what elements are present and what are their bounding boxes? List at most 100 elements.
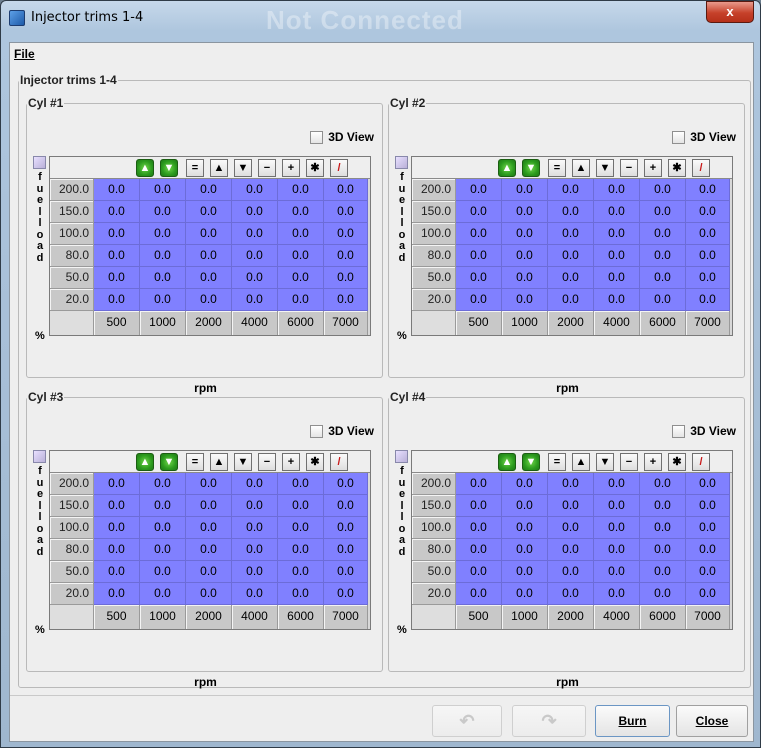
rpm-bin[interactable]: 1000 (502, 605, 548, 629)
trim-cell[interactable]: 0.0 (640, 245, 686, 267)
trim-cell[interactable]: 0.0 (456, 495, 502, 517)
trim-cell[interactable]: 0.0 (640, 473, 686, 495)
trim-cell[interactable]: 0.0 (232, 517, 278, 539)
trim-cell[interactable]: 0.0 (548, 245, 594, 267)
trim-cell[interactable]: 0.0 (502, 267, 548, 289)
trim-cell[interactable]: 0.0 (232, 583, 278, 605)
down-green-button[interactable]: ▼ (522, 453, 540, 471)
trim-cell[interactable]: 0.0 (548, 201, 594, 223)
trim-cell[interactable]: 0.0 (324, 583, 368, 605)
trim-cell[interactable]: 0.0 (186, 517, 232, 539)
trim-cell[interactable]: 0.0 (94, 561, 140, 583)
trim-cell[interactable]: 0.0 (232, 495, 278, 517)
trim-cell[interactable]: 0.0 (232, 539, 278, 561)
trim-cell[interactable]: 0.0 (640, 561, 686, 583)
decrease-button[interactable]: ▼ (596, 159, 614, 177)
trim-cell[interactable]: 0.0 (686, 495, 730, 517)
trim-cell[interactable]: 0.0 (324, 179, 368, 201)
trim-cell[interactable]: 0.0 (232, 473, 278, 495)
increase-button[interactable]: ▲ (572, 159, 590, 177)
view-3d-toggle[interactable]: 3D View (672, 130, 736, 144)
trim-cell[interactable]: 0.0 (278, 179, 324, 201)
trim-cell[interactable]: 0.0 (502, 223, 548, 245)
rpm-bin[interactable]: 500 (456, 605, 502, 629)
trim-cell[interactable]: 0.0 (324, 289, 368, 311)
load-bin[interactable]: 20.0 (50, 289, 94, 311)
undo-button[interactable]: ↶ (432, 705, 502, 737)
trim-cell[interactable]: 0.0 (548, 495, 594, 517)
load-bin[interactable]: 80.0 (412, 539, 456, 561)
trim-cell[interactable]: 0.0 (456, 561, 502, 583)
trim-cell[interactable]: 0.0 (94, 267, 140, 289)
trim-cell[interactable]: 0.0 (232, 289, 278, 311)
trim-cell[interactable]: 0.0 (456, 289, 502, 311)
trim-cell[interactable]: 0.0 (324, 517, 368, 539)
trim-cell[interactable]: 0.0 (502, 561, 548, 583)
rpm-bin[interactable]: 4000 (594, 605, 640, 629)
trim-cell[interactable]: 0.0 (456, 267, 502, 289)
equals-button[interactable]: = (186, 453, 204, 471)
trim-cell[interactable]: 0.0 (186, 539, 232, 561)
trim-cell[interactable]: 0.0 (278, 223, 324, 245)
equals-button[interactable]: = (548, 453, 566, 471)
trim-cell[interactable]: 0.0 (640, 517, 686, 539)
trim-cell[interactable]: 0.0 (278, 517, 324, 539)
trim-cell[interactable]: 0.0 (594, 267, 640, 289)
trim-cell[interactable]: 0.0 (140, 289, 186, 311)
trim-cell[interactable]: 0.0 (324, 201, 368, 223)
down-green-button[interactable]: ▼ (160, 453, 178, 471)
trim-cell[interactable]: 0.0 (232, 245, 278, 267)
pencil-button[interactable]: / (692, 159, 710, 177)
trim-cell[interactable]: 0.0 (686, 289, 730, 311)
load-bin[interactable]: 50.0 (412, 267, 456, 289)
trim-cell[interactable]: 0.0 (140, 223, 186, 245)
trim-cell[interactable]: 0.0 (94, 583, 140, 605)
load-bin[interactable]: 200.0 (412, 179, 456, 201)
trim-cell[interactable]: 0.0 (278, 201, 324, 223)
trim-cell[interactable]: 0.0 (548, 289, 594, 311)
trim-cell[interactable]: 0.0 (686, 583, 730, 605)
trim-cell[interactable]: 0.0 (640, 201, 686, 223)
trim-cell[interactable]: 0.0 (640, 179, 686, 201)
trim-cell[interactable]: 0.0 (94, 473, 140, 495)
view-3d-toggle[interactable]: 3D View (310, 424, 374, 438)
view-3d-checkbox[interactable] (672, 424, 686, 438)
multiply-button[interactable]: ✱ (306, 159, 324, 177)
trim-cell[interactable]: 0.0 (640, 583, 686, 605)
minus-button[interactable]: − (620, 159, 638, 177)
trim-cell[interactable]: 0.0 (686, 517, 730, 539)
rpm-bin[interactable]: 4000 (232, 311, 278, 335)
rpm-bin[interactable]: 2000 (186, 605, 232, 629)
multiply-button[interactable]: ✱ (306, 453, 324, 471)
up-green-button[interactable]: ▲ (498, 453, 516, 471)
burn-button[interactable]: Burn (595, 705, 670, 737)
trim-cell[interactable]: 0.0 (232, 201, 278, 223)
trim-cell[interactable]: 0.0 (140, 201, 186, 223)
redo-button[interactable]: ↷ (512, 705, 586, 737)
increase-button[interactable]: ▲ (210, 159, 228, 177)
trim-cell[interactable]: 0.0 (278, 267, 324, 289)
trim-cell[interactable]: 0.0 (232, 179, 278, 201)
trim-cell[interactable]: 0.0 (232, 561, 278, 583)
trim-cell[interactable]: 0.0 (686, 473, 730, 495)
edit-axis-icon[interactable] (395, 450, 408, 463)
trim-cell[interactable]: 0.0 (594, 245, 640, 267)
decrease-button[interactable]: ▼ (234, 453, 252, 471)
title-bar[interactable]: Injector trims 1-4 Not Connected x (1, 1, 760, 37)
trim-cell[interactable]: 0.0 (140, 267, 186, 289)
trim-cell[interactable]: 0.0 (140, 245, 186, 267)
load-bin[interactable]: 50.0 (50, 561, 94, 583)
trim-cell[interactable]: 0.0 (278, 473, 324, 495)
trim-cell[interactable]: 0.0 (502, 539, 548, 561)
trim-cell[interactable]: 0.0 (640, 539, 686, 561)
down-green-button[interactable]: ▼ (522, 159, 540, 177)
load-bin[interactable]: 150.0 (412, 495, 456, 517)
load-bin[interactable]: 200.0 (50, 473, 94, 495)
trim-cell[interactable]: 0.0 (594, 495, 640, 517)
trim-cell[interactable]: 0.0 (186, 179, 232, 201)
load-bin[interactable]: 200.0 (50, 179, 94, 201)
rpm-bin[interactable]: 7000 (686, 605, 730, 629)
trim-cell[interactable]: 0.0 (548, 561, 594, 583)
pencil-button[interactable]: / (692, 453, 710, 471)
trim-cell[interactable]: 0.0 (548, 517, 594, 539)
